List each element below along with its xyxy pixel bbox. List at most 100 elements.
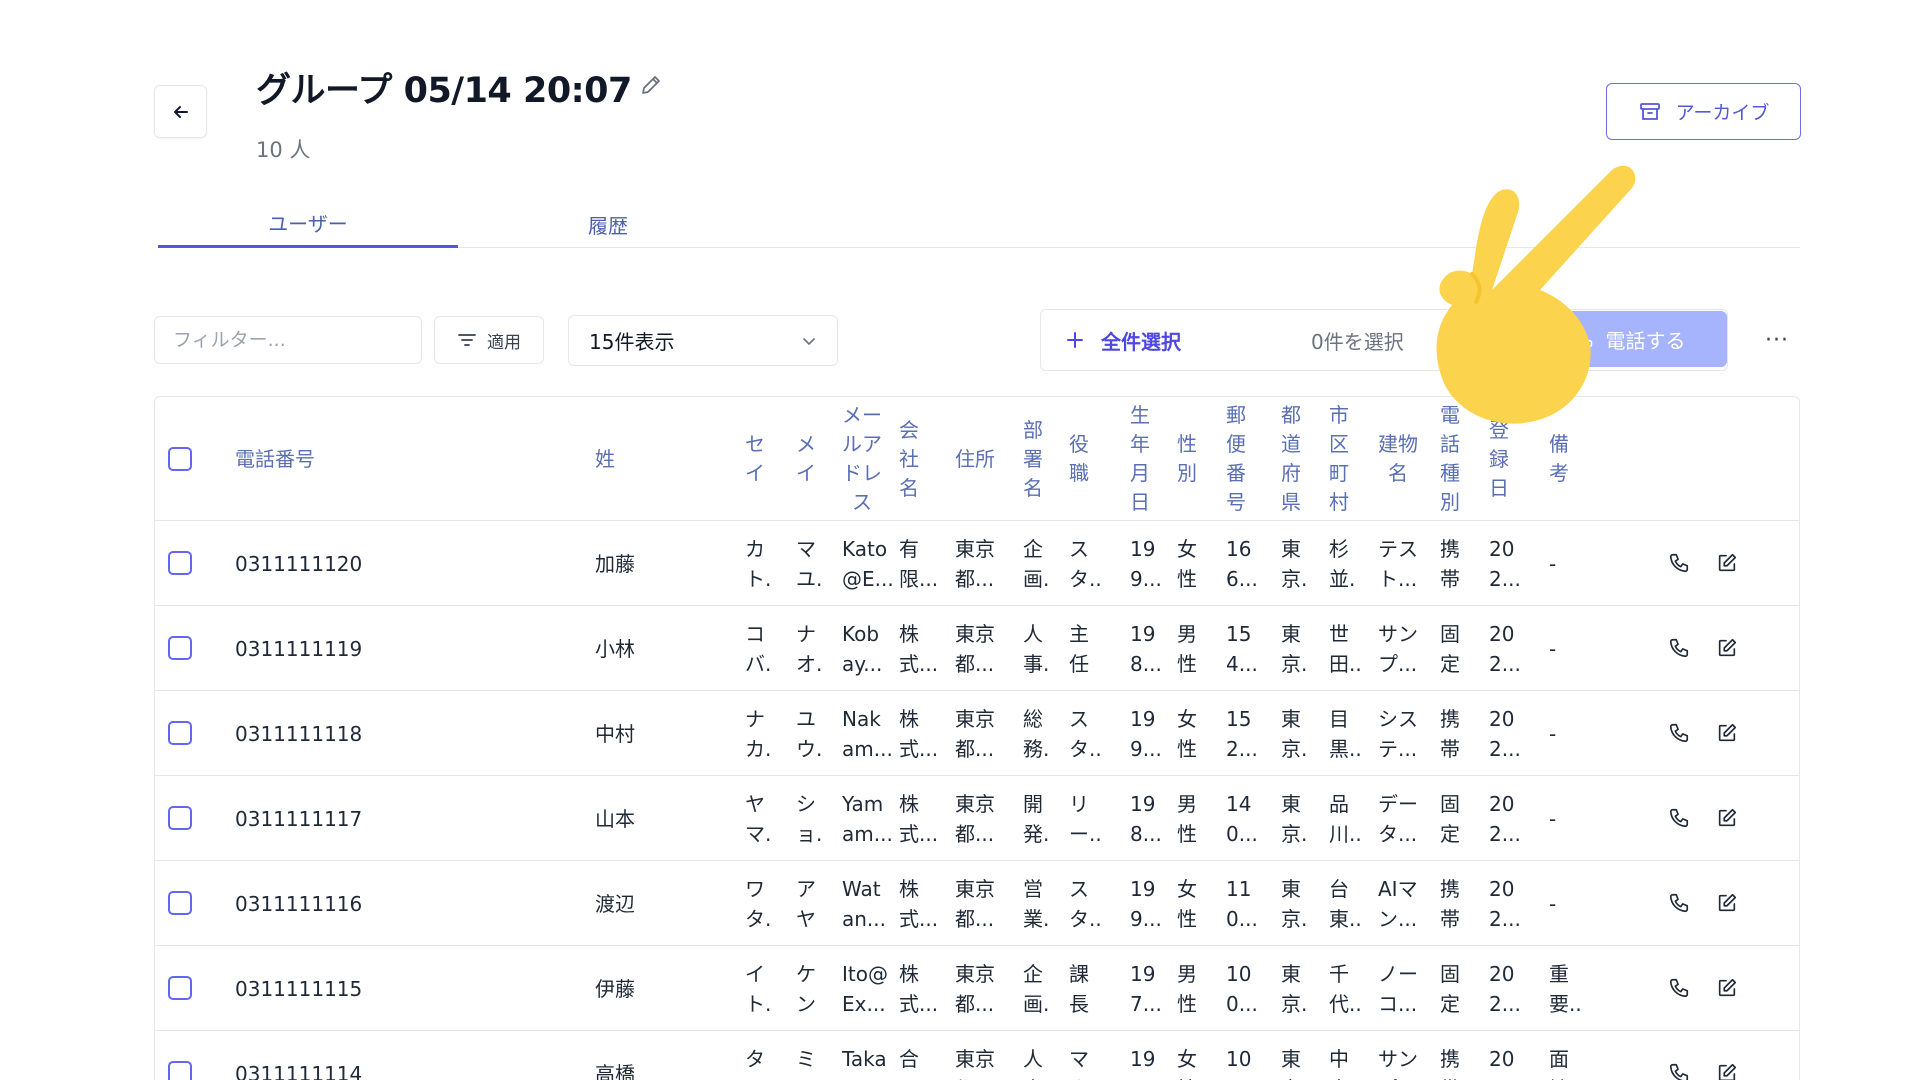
table-cell: サン プ... — [1378, 621, 1418, 676]
table-row[interactable]: 0311111119 小林 コ バ. ナ オ. Kob ay... 株 式... 東京 都.… — [155, 606, 1799, 691]
more-options-button[interactable]: ··· — [1762, 322, 1792, 358]
column-header[interactable]: メ イ — [796, 397, 816, 521]
column-header[interactable]: 姓 — [595, 397, 615, 521]
table-cell: 千 代.. — [1329, 961, 1362, 1016]
table-cell: 男 性 — [1177, 961, 1197, 1016]
row-edit-button[interactable] — [1711, 802, 1743, 834]
tab-history[interactable]: 履歴 — [458, 200, 758, 248]
select-all-label: 全件選択 — [1101, 329, 1181, 354]
tab-bar: ユーザー 履歴 — [158, 200, 1800, 248]
row-call-button[interactable] — [1663, 887, 1695, 919]
row-edit-button[interactable] — [1711, 547, 1743, 579]
column-header-label: 会 社 名 — [899, 417, 919, 500]
row-checkbox[interactable] — [168, 551, 192, 575]
table-cell: 携 帯 — [1440, 706, 1460, 761]
row-call-button[interactable] — [1663, 972, 1695, 1004]
table-row[interactable]: 0311111115 伊藤 イ ト. ケ ン Ito@ Ex... 株 式... 東京 都.… — [155, 946, 1799, 1031]
column-header[interactable]: 役 職 — [1069, 397, 1089, 521]
table-cell: 女 性 — [1177, 1046, 1197, 1080]
table-cell: 10 0... — [1226, 961, 1258, 1016]
table-cell: 男 性 — [1177, 621, 1197, 676]
table-cell: 東京 都... — [955, 536, 995, 591]
users-table: 電話番号 姓 セ イ メ イ メー ルア ドレ ス会 社 名 住所 部 署 名 役 職 生 年 … — [154, 396, 1800, 1080]
table-cell: 中村 — [595, 721, 635, 746]
table-cell: 開 発. — [1023, 791, 1050, 846]
back-button[interactable] — [154, 85, 207, 138]
table-cell: 東 京. — [1281, 791, 1308, 846]
column-header-label: 部 署 名 — [1023, 417, 1043, 500]
table-cell: 女 性 — [1177, 536, 1197, 591]
row-edit-button[interactable] — [1711, 972, 1743, 1004]
table-row[interactable]: 0311111116 渡辺 ワ タ. ア ヤ Wat an... 株 式... 東京 都..… — [155, 861, 1799, 946]
row-call-button[interactable] — [1663, 1057, 1695, 1080]
table-cell: 0311111116 — [235, 891, 363, 916]
table-cell: 課 長 — [1069, 961, 1089, 1016]
row-edit-button[interactable] — [1711, 887, 1743, 919]
row-checkbox[interactable] — [168, 721, 192, 745]
table-cell: 品 川.. — [1329, 791, 1362, 846]
select-all-checkbox[interactable] — [168, 447, 192, 471]
table-cell: ス タ.. — [1069, 536, 1102, 591]
column-header[interactable]: セ イ — [745, 397, 765, 521]
call-button[interactable]: 電話する — [1532, 311, 1727, 367]
table-cell: ナ オ. — [796, 621, 823, 676]
edit-square-icon — [1718, 1063, 1737, 1080]
table-cell: シ ョ. — [796, 791, 823, 846]
table-cell: 0311111120 — [235, 551, 363, 576]
table-cell: 19 9... — [1130, 706, 1162, 761]
column-header[interactable]: 会 社 名 — [899, 397, 919, 521]
table-cell: カ ト. — [745, 536, 772, 591]
table-cell: 東 京. — [1281, 961, 1308, 1016]
page-size-select[interactable]: 15件表示 — [568, 315, 838, 366]
column-header[interactable]: 部 署 名 — [1023, 397, 1043, 521]
edit-title-button[interactable] — [636, 70, 666, 100]
table-cell: 携 帯 — [1440, 536, 1460, 591]
table-cell: 東 京. — [1281, 706, 1308, 761]
column-header-label: セ イ — [745, 432, 765, 485]
apply-button[interactable]: 適用 — [434, 316, 544, 364]
table-row[interactable]: 0311111114 高橋 タ カ. ミ サ. Taka h... 合 同... 東京 都.… — [155, 1031, 1799, 1080]
column-header[interactable]: 住所 — [955, 397, 995, 521]
row-edit-button[interactable] — [1711, 632, 1743, 664]
column-header[interactable]: 電話番号 — [235, 397, 315, 521]
member-count: 10 人 — [256, 138, 311, 162]
table-cell: デー タ... — [1378, 791, 1418, 846]
column-header[interactable]: 建物 名 — [1378, 397, 1418, 521]
column-header[interactable]: 性 別 — [1177, 397, 1197, 521]
row-call-button[interactable] — [1663, 717, 1695, 749]
table-row[interactable]: 0311111118 中村 ナ カ. ユ ウ. Nak am... 株 式... 東京 都.… — [155, 691, 1799, 776]
table-cell: 0311111114 — [235, 1061, 363, 1080]
filter-input[interactable] — [154, 316, 422, 364]
table-cell: 16 6... — [1226, 536, 1258, 591]
row-call-button[interactable] — [1663, 547, 1695, 579]
archive-button[interactable]: アーカイブ — [1606, 83, 1801, 140]
row-call-button[interactable] — [1663, 632, 1695, 664]
column-header[interactable]: 都 道 府 県 — [1281, 397, 1301, 521]
table-cell: 合 同... — [899, 1046, 938, 1080]
row-edit-button[interactable] — [1711, 1057, 1743, 1080]
row-checkbox[interactable] — [168, 891, 192, 915]
table-row[interactable]: 0311111117 山本 ヤ マ. シ ョ. Yam am... 株 式... 東京 都.… — [155, 776, 1799, 861]
column-header[interactable]: 備 考 — [1549, 397, 1569, 521]
column-header[interactable]: 市 区 町 村 — [1329, 397, 1349, 521]
row-checkbox[interactable] — [168, 806, 192, 830]
table-cell: 男 性 — [1177, 791, 1197, 846]
tab-users[interactable]: ユーザー — [158, 200, 458, 248]
row-checkbox[interactable] — [168, 976, 192, 1000]
column-header[interactable]: 登 録 日 — [1489, 397, 1509, 521]
table-cell: 固 定 — [1440, 961, 1460, 1016]
column-header[interactable]: メー ルア ドレ ス — [842, 397, 882, 521]
column-header[interactable]: 電 話 種 別 — [1440, 397, 1460, 521]
column-header[interactable]: 郵 便 番 号 — [1226, 397, 1246, 521]
row-edit-button[interactable] — [1711, 717, 1743, 749]
table-cell: 世 田.. — [1329, 621, 1362, 676]
column-header[interactable]: 生 年 月 日 — [1130, 397, 1150, 521]
select-all-button[interactable]: 全件選択 — [1065, 310, 1181, 370]
edit-square-icon — [1718, 723, 1737, 742]
row-checkbox[interactable] — [168, 636, 192, 660]
table-cell: - — [1549, 806, 1557, 831]
filter-lines-icon — [458, 334, 476, 346]
row-checkbox[interactable] — [168, 1061, 192, 1080]
row-call-button[interactable] — [1663, 802, 1695, 834]
table-row[interactable]: 0311111120 加藤 カ ト. マ ユ. Kato @E... 有 限... 東京 都… — [155, 521, 1799, 606]
